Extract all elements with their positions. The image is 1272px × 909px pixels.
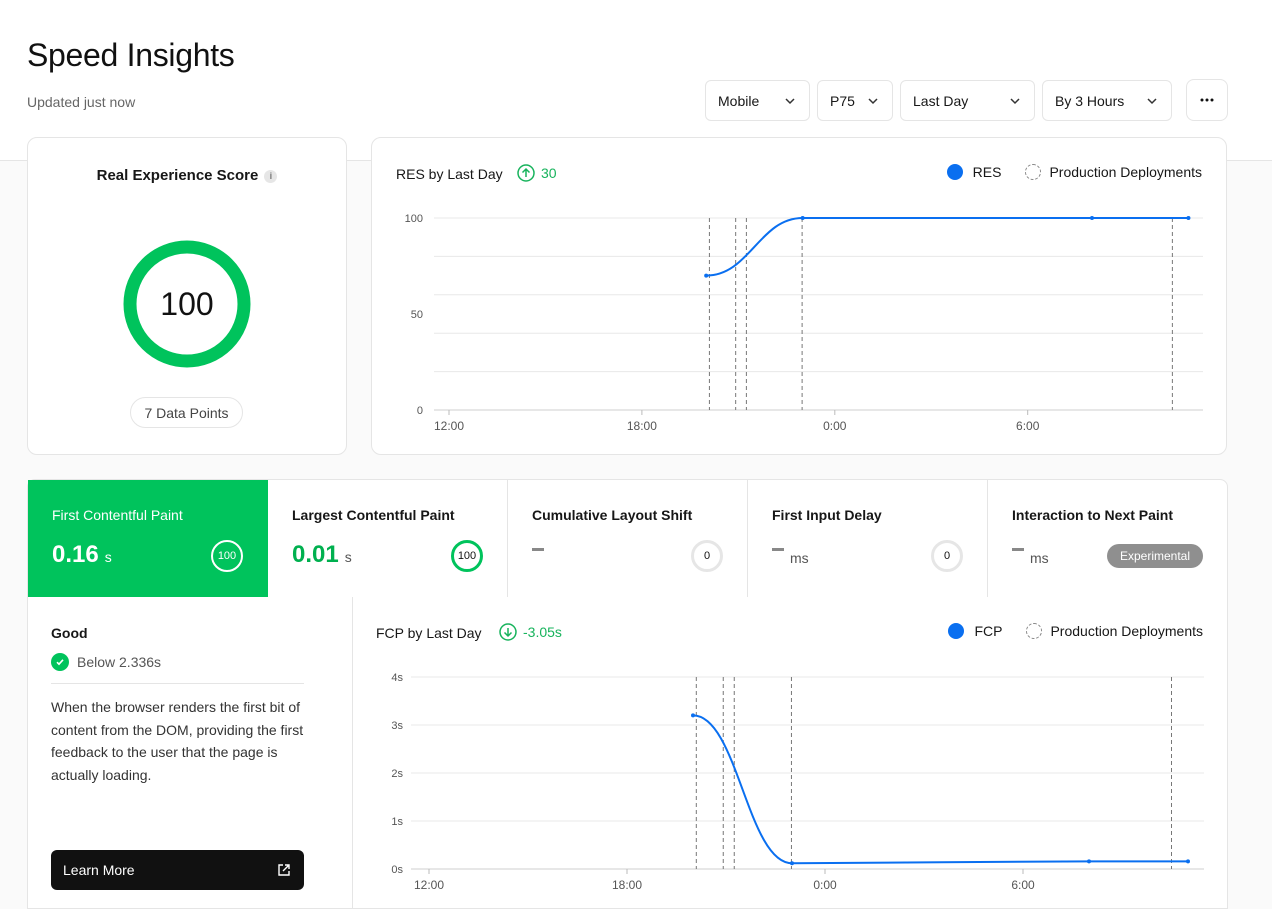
x-tick-label: 0:00 <box>813 878 837 892</box>
data-point <box>1186 859 1190 864</box>
y-tick-label: 50 <box>411 309 423 321</box>
data-point <box>1186 216 1191 220</box>
data-point <box>691 713 695 718</box>
metric-unit: s <box>104 549 112 565</box>
tab-cls[interactable]: Cumulative Layout Shift 0 <box>508 480 748 598</box>
y-tick-label: 1s <box>391 816 403 828</box>
metric-label: First Contentful Paint <box>52 507 183 523</box>
metric-label: Largest Contentful Paint <box>292 507 455 523</box>
metric-value: 0.16 s <box>52 541 112 569</box>
device-dropdown-label: Mobile <box>718 92 760 109</box>
metric-value: 0.01 s <box>292 541 352 569</box>
metric-empty-dash <box>1012 548 1024 551</box>
metric-detail-panel: Good Below 2.336s When the browser rende… <box>27 597 1228 909</box>
range-dropdown-label: Last Day <box>913 92 969 109</box>
page-title: Speed Insights <box>27 37 235 73</box>
metric-value-number: 0.16 <box>52 541 99 568</box>
x-tick-label: 18:00 <box>627 419 657 433</box>
metric-label: Cumulative Layout Shift <box>532 507 693 523</box>
ellipsis-icon <box>1200 98 1214 102</box>
percentile-dropdown-label: P75 <box>830 92 855 109</box>
device-dropdown[interactable]: Mobile <box>705 80 810 121</box>
metric-value-number: 0.01 <box>292 541 339 568</box>
data-point <box>790 861 794 866</box>
data-point <box>704 273 709 278</box>
data-point <box>1087 859 1091 864</box>
y-tick-label: 100 <box>405 213 423 225</box>
res-series-line <box>706 216 1189 277</box>
granularity-dropdown-label: By 3 Hours <box>1055 92 1125 109</box>
fcp-series-line <box>692 714 1188 865</box>
score-card-title-text: Real Experience Score <box>96 167 259 184</box>
score-card: Real Experience Score i 100 7 Data Points <box>27 137 347 455</box>
range-dropdown[interactable]: Last Day <box>900 80 1035 121</box>
percentile-dropdown[interactable]: P75 <box>817 80 893 121</box>
x-tick-label: 12:00 <box>414 878 444 892</box>
tab-fid[interactable]: First Input Delay ms 0 <box>748 480 988 598</box>
x-tick-label: 6:00 <box>1016 419 1040 433</box>
tab-inp[interactable]: Interaction to Next Paint ms Experimenta… <box>988 480 1228 598</box>
metric-empty-dash <box>532 548 544 551</box>
metric-unit: ms <box>790 550 809 566</box>
data-point <box>1090 216 1094 220</box>
more-options-button[interactable] <box>1186 79 1228 121</box>
metric-score-badge: 100 <box>451 540 483 572</box>
data-points-badge: 7 Data Points <box>130 397 243 428</box>
y-tick-label: 0s <box>391 864 403 876</box>
score-card-title: Real Experience Score i <box>28 167 346 184</box>
chevron-down-icon <box>785 98 795 105</box>
chevron-down-icon <box>1147 98 1157 105</box>
metric-label: Interaction to Next Paint <box>1012 507 1174 523</box>
chevron-down-icon <box>1010 98 1020 105</box>
metric-score-badge: 0 <box>931 540 963 572</box>
chevron-down-icon <box>868 98 878 105</box>
experimental-badge: Experimental <box>1107 544 1203 568</box>
metric-tabs: First Contentful Paint 0.16 s 100 Largest… <box>27 479 1228 598</box>
y-tick-label: 4s <box>391 672 403 684</box>
res-chart-plot: 0 50 100 12:00 18:00 0:00 6:00 <box>405 213 1203 433</box>
y-tick-label: 3s <box>391 720 403 732</box>
info-icon[interactable]: i <box>264 169 278 183</box>
score-value: 100 <box>160 285 214 322</box>
x-tick-label: 6:00 <box>1011 878 1035 892</box>
metric-unit: ms <box>1030 550 1049 566</box>
y-tick-label: 0 <box>417 405 423 417</box>
y-tick-label: 2s <box>391 768 403 780</box>
res-chart-card: RES by Last Day 30 RES Production Deploy… <box>371 137 1227 455</box>
data-point <box>800 216 805 220</box>
fcp-chart-plot: 0s 1s 2s 3s 4s 12:00 18:00 0:00 6:00 <box>391 672 1204 892</box>
tab-fcp[interactable]: First Contentful Paint 0.16 s 100 <box>28 480 268 598</box>
tab-lcp[interactable]: Largest Contentful Paint 0.01 s 100 <box>268 480 508 598</box>
metric-score-badge: 0 <box>691 540 723 572</box>
x-tick-label: 0:00 <box>823 419 847 433</box>
granularity-dropdown[interactable]: By 3 Hours <box>1042 80 1172 121</box>
metric-unit: s <box>344 549 352 565</box>
metric-empty-dash <box>772 548 784 551</box>
metric-score-badge: 100 <box>211 540 243 572</box>
updated-status: Updated just now <box>27 94 136 110</box>
x-tick-label: 18:00 <box>612 878 642 892</box>
x-tick-label: 12:00 <box>434 419 464 433</box>
metric-label: First Input Delay <box>772 507 882 523</box>
